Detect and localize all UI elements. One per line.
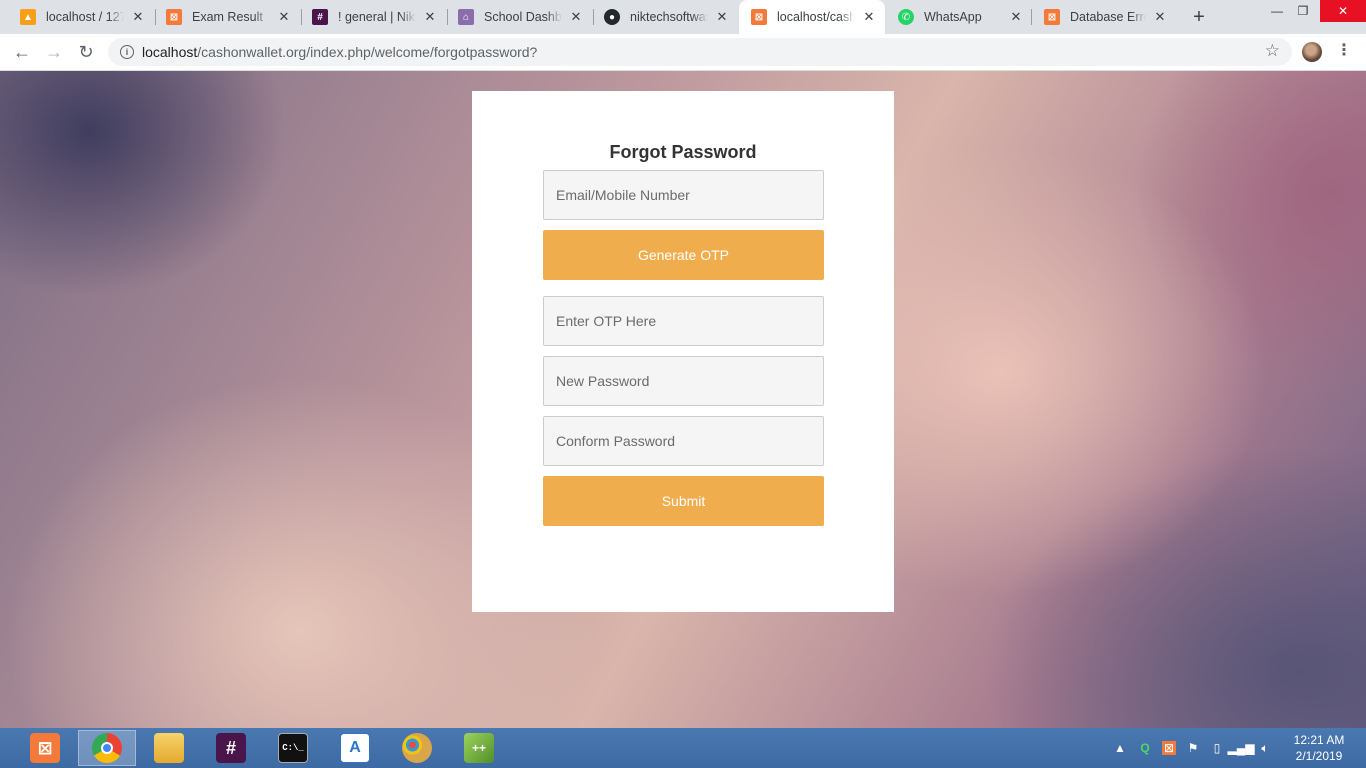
address-bar[interactable]: i localhost/cashonwallet.org/index.php/w… [108,38,1292,66]
windows-taskbar: ⊠ # C:\_ A ++ ▲ Q ⊠ ⚑ ▯ ▂▄▆ 🔈︎ 12:21 AM … [0,728,1366,768]
github-icon: ● [604,9,620,25]
close-icon[interactable]: ✕ [1152,9,1168,25]
tab-title: localhost/casho [777,10,855,24]
close-window-button[interactable]: ✕ [1320,0,1366,22]
tab-whatsapp[interactable]: ✆ WhatsApp ✕ [880,0,1032,34]
whatsapp-icon: ✆ [898,9,914,25]
close-icon[interactable]: ✕ [861,9,877,25]
xampp-icon: ⊠ [751,9,767,25]
page-background: Forgot Password Generate OTP Submit [0,71,1366,728]
kebab-menu-icon[interactable]: ⋮ [1336,40,1352,60]
close-icon[interactable]: ✕ [568,9,584,25]
xampp-icon: ⊠ [166,9,182,25]
tab-title: Database Error [1070,10,1146,24]
wordpad-icon: A [340,733,370,763]
taskbar-command-prompt[interactable]: C:\_ [264,730,322,766]
chrome-icon [92,733,122,763]
clock-date: 2/1/2019 [1295,749,1343,763]
tab-exam-result[interactable]: ⊠ Exam Result ✕ [148,0,300,34]
clock-time: 12:21 AM [1293,733,1345,747]
tab-school-dashboard[interactable]: ⌂ School Dashboa ✕ [440,0,592,34]
slack-icon: # [312,9,328,25]
forward-button[interactable]: → [41,39,67,65]
slack-icon: # [216,733,246,763]
file-explorer-icon [154,733,184,763]
wifi-icon[interactable]: ▂▄▆ [1228,728,1255,768]
close-icon[interactable]: ✕ [276,9,292,25]
phpmyadmin-icon: ▲ [20,9,36,25]
tab-title: ! general | Nikte [338,10,416,24]
school-icon: ⌂ [458,9,474,25]
info-icon[interactable]: i [120,45,134,59]
browser-tab-strip: ▲ localhost / 127. ✕ ⊠ Exam Result ✕ # !… [0,0,1366,34]
tray-flag-icon[interactable]: ⚑ [1184,728,1202,768]
notepad-plus-icon: ++ [464,733,494,763]
xampp-icon: ⊠ [1044,9,1060,25]
tab-database-error[interactable]: ⊠ Database Error ✕ [1026,0,1176,34]
taskbar-file-explorer[interactable] [140,730,198,766]
page-title: Forgot Password [609,142,757,162]
taskbar-wordpad[interactable]: A [326,730,384,766]
bookmark-star-icon[interactable]: ☆ [1265,41,1280,61]
tab-title: Exam Result [192,10,263,24]
tab-github[interactable]: ● niktechsoftware ✕ [586,0,738,34]
browser-toolbar: ← → ↻ i localhost/cashonwallet.org/index… [0,34,1366,71]
close-icon[interactable]: ✕ [714,9,730,25]
tray-xampp-icon[interactable]: ⊠ [1160,728,1178,768]
new-password-input[interactable] [543,356,824,406]
confirm-password-input[interactable] [543,416,824,466]
tab-cashonwallet[interactable]: ⊠ localhost/casho ✕ [739,0,885,34]
submit-button[interactable]: Submit [543,476,824,526]
close-icon[interactable]: ✕ [1008,9,1024,25]
system-clock[interactable]: 12:21 AM 2/1/2019 [1284,732,1354,764]
tab-title: WhatsApp [924,10,982,24]
otp-input[interactable] [543,296,824,346]
taskbar-slack[interactable]: # [202,730,260,766]
new-tab-button[interactable]: + [1188,6,1210,28]
close-icon[interactable]: ✕ [422,9,438,25]
close-icon[interactable]: ✕ [130,9,146,25]
profile-avatar[interactable] [1302,42,1322,62]
show-hidden-icons-icon[interactable]: ▲ [1112,728,1128,768]
url-host: localhost [142,44,198,60]
tray-device-icon[interactable]: ▯ [1208,728,1226,768]
reload-button[interactable]: ↻ [73,39,99,65]
generate-otp-button[interactable]: Generate OTP [543,230,824,280]
url-path: /cashonwallet.org/index.php/welcome/forg… [197,44,538,60]
command-prompt-icon: C:\_ [278,733,308,763]
taskbar-xampp[interactable]: ⊠ [16,730,74,766]
taskbar-chrome[interactable] [78,730,136,766]
xampp-icon: ⊠ [30,733,60,763]
email-mobile-input[interactable] [543,170,824,220]
tab-slack-general[interactable]: # ! general | Nikte ✕ [294,0,446,34]
back-button[interactable]: ← [9,39,35,65]
forgot-password-card: Forgot Password Generate OTP Submit [472,91,894,612]
paint-icon [402,733,432,763]
tab-title: niktechsoftware [630,10,708,24]
tab-title: School Dashboa [484,10,562,24]
taskbar-paint[interactable] [388,730,446,766]
volume-icon[interactable]: 🔈︎ [1256,728,1274,768]
taskbar-notepad-plus[interactable]: ++ [450,730,508,766]
tab-title: localhost / 127. [46,10,124,24]
tab-phpmyadmin[interactable]: ▲ localhost / 127. ✕ [2,0,154,34]
tray-q-icon[interactable]: Q [1136,728,1154,768]
